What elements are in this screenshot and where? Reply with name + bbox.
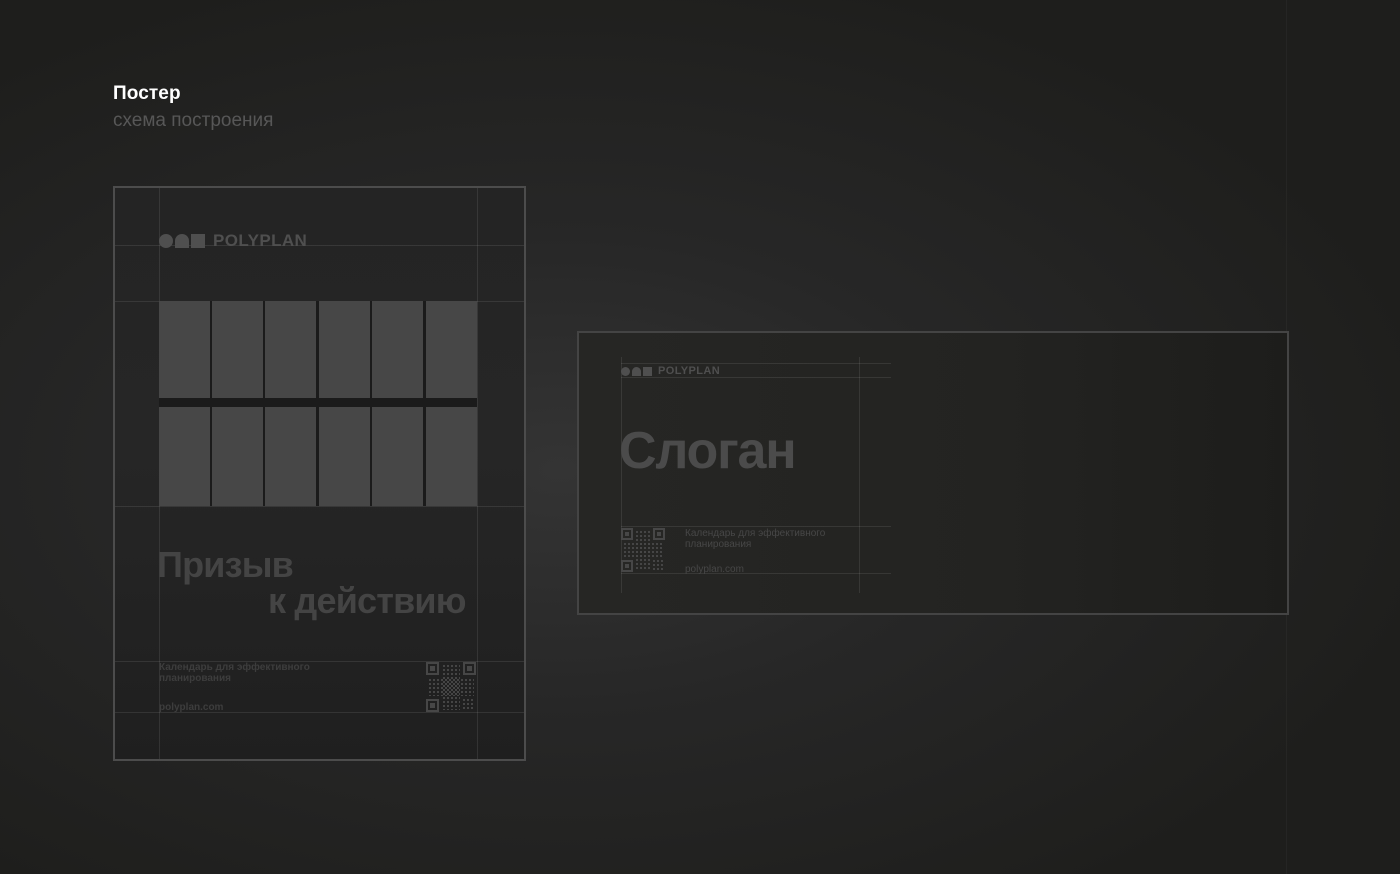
- qr-code-icon: [621, 528, 665, 572]
- image-grid: [159, 301, 477, 506]
- page-subtitle: схема построения: [113, 110, 274, 131]
- image-placeholder: [319, 407, 370, 506]
- guide-line: [621, 377, 891, 378]
- poster-layout: POLYPLAN Призыв к действию Календарь для…: [113, 186, 526, 761]
- guide-line: [621, 526, 891, 527]
- image-placeholder: [319, 301, 370, 398]
- tagline-line-2: планирования: [685, 539, 752, 550]
- polyplan-logo-icon: [159, 234, 205, 248]
- guide-line: [621, 573, 891, 574]
- guide-line: [115, 506, 524, 507]
- cta-line-1: Призыв: [157, 544, 294, 585]
- image-placeholder: [265, 407, 316, 506]
- banner-logo: POLYPLAN: [621, 365, 720, 377]
- logo-text: POLYPLAN: [658, 365, 721, 377]
- page-title: Постер: [113, 83, 181, 104]
- poster-logo: POLYPLAN: [159, 231, 307, 251]
- guide-line: [859, 357, 860, 593]
- banner-layout: POLYPLAN Слоган Календарь для эффективно…: [577, 331, 1289, 615]
- polyplan-logo-icon: [621, 366, 652, 376]
- tagline-line-1: Календарь для эффективного: [685, 528, 826, 539]
- tagline-line-2: планирования: [159, 673, 231, 684]
- image-placeholder: [265, 301, 316, 398]
- image-placeholder: [212, 407, 263, 506]
- image-placeholder: [212, 301, 263, 398]
- guide-line: [621, 363, 891, 364]
- image-placeholder: [372, 301, 423, 398]
- image-placeholder: [159, 301, 210, 398]
- website-url: polyplan.com: [685, 564, 744, 575]
- image-placeholder: [372, 407, 423, 506]
- website-url: polyplan.com: [159, 702, 224, 713]
- logo-text: POLYPLAN: [213, 231, 308, 250]
- slogan: Слоган: [619, 422, 797, 480]
- image-placeholder: [426, 301, 477, 398]
- image-placeholder: [159, 407, 210, 506]
- cta-line-2: к действию: [268, 580, 466, 621]
- guide-line: [477, 188, 478, 759]
- tagline-line-1: Календарь для эффективного: [159, 662, 310, 673]
- page-heading: Постер схема построения: [113, 82, 273, 133]
- qr-code-icon: [426, 662, 476, 712]
- image-placeholder: [426, 407, 477, 506]
